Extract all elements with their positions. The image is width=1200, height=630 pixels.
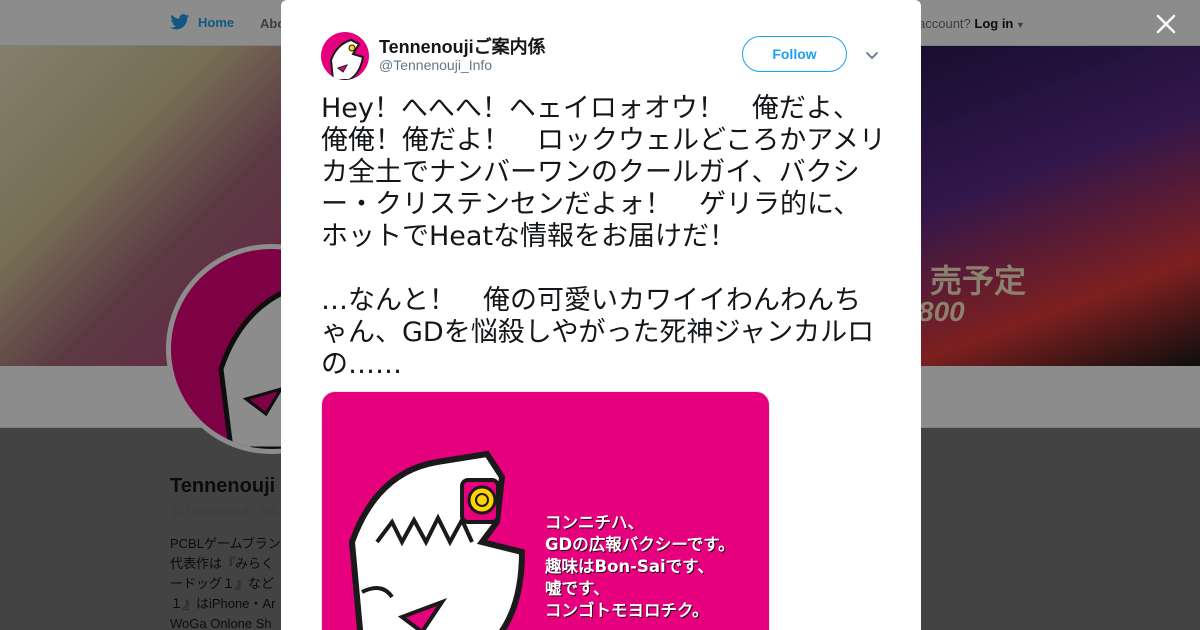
chevron-down-icon: [866, 52, 878, 59]
tweet-text: Hey！へへへ！ヘェイロォオウ！ 俺だよ、俺俺！俺だよ！ ロックウェルどころかア…: [321, 93, 886, 380]
tweet-options-button[interactable]: [863, 46, 881, 64]
close-icon: [1156, 14, 1176, 34]
author-name[interactable]: Tennenoujiご案内係: [379, 33, 546, 59]
media-caption-text: コンニチハ、 GDの広報バクシーです。 趣味はBon-Saiです、 嘘です、 コ…: [545, 513, 735, 620]
tweet-media-image[interactable]: コンニチハ、 GDの広報バクシーです。 趣味はBon-Saiです、 嘘です、 コ…: [321, 391, 770, 630]
close-button[interactable]: [1154, 12, 1178, 36]
author-avatar[interactable]: [321, 32, 369, 80]
author-avatar-image: [329, 38, 365, 80]
follow-button[interactable]: Follow: [742, 36, 847, 72]
author-handle[interactable]: @Tennenouji_Info: [379, 57, 492, 73]
tweet-modal: Tennenoujiご案内係 @Tennenouji_Info Follow H…: [281, 0, 921, 630]
